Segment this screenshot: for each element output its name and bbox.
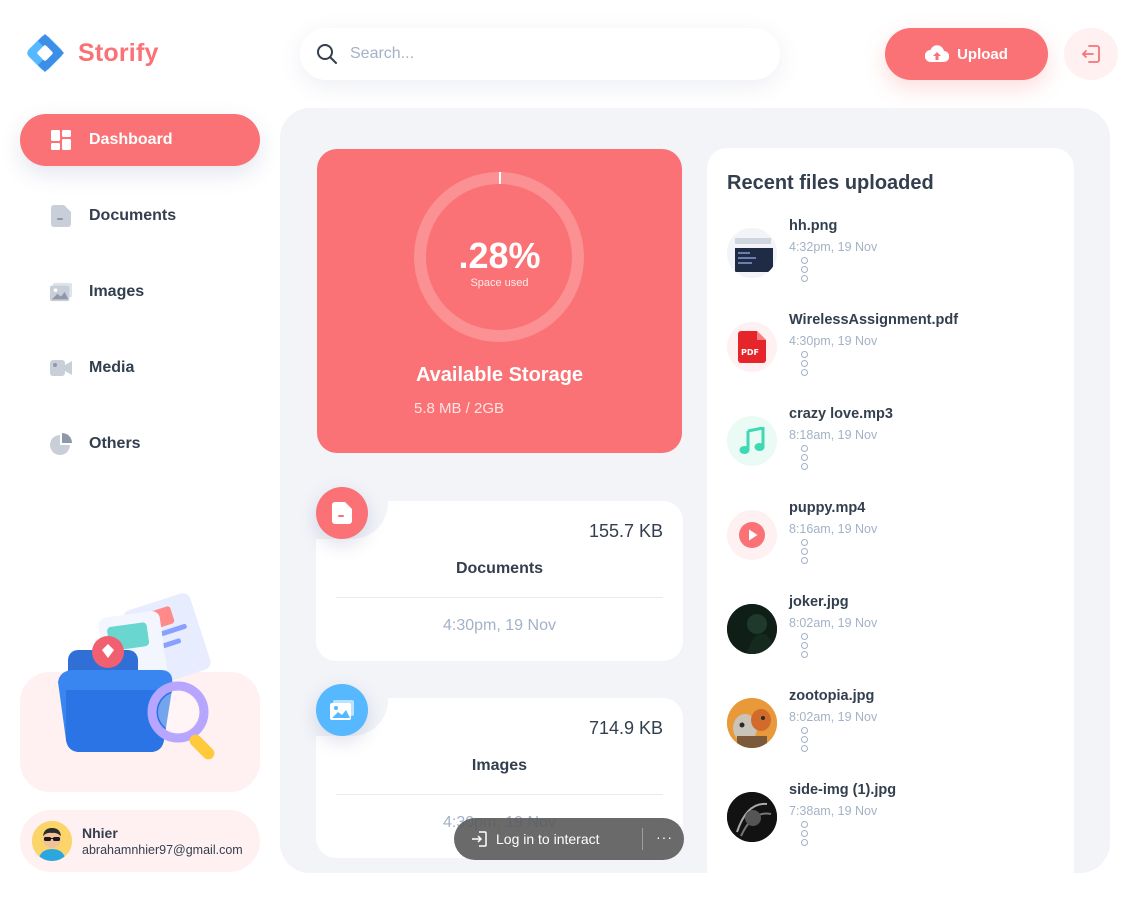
search-bar[interactable] <box>300 28 780 80</box>
folder-search-illustration <box>58 593 215 760</box>
more-options-icon[interactable] <box>801 821 811 846</box>
svg-text:PDF: PDF <box>741 348 759 357</box>
dashboard-panel: .28% Space used Available Storage 5.8 MB… <box>280 108 1110 873</box>
image-thumbnail <box>727 228 777 278</box>
file-row[interactable]: hh.png 4:32pm, 19 Nov <box>727 218 1057 298</box>
file-name: hh.png <box>789 218 838 234</box>
storage-card: .28% Space used Available Storage 5.8 MB… <box>317 149 682 453</box>
video-icon <box>50 357 72 379</box>
login-toast[interactable]: Log in to interact ··· <box>454 818 684 860</box>
file-time: 8:16am, 19 Nov <box>789 522 878 536</box>
recent-files-title: Recent files uploaded <box>727 172 934 194</box>
image-icon <box>316 684 368 736</box>
upload-button[interactable]: Upload <box>885 28 1048 80</box>
file-row[interactable]: side-img (1).jpg 7:38am, 19 Nov <box>727 782 1057 862</box>
file-name: zootopia.jpg <box>789 688 875 704</box>
login-icon <box>472 831 487 847</box>
document-icon <box>50 205 72 227</box>
more-options-icon[interactable] <box>801 351 811 376</box>
storage-title: Available Storage <box>415 364 584 386</box>
sidebar-item-documents[interactable]: Documents <box>20 190 260 242</box>
file-time: 8:02am, 19 Nov <box>789 616 878 630</box>
file-row[interactable]: PDF WirelessAssignment.pdf 4:30pm, 19 No… <box>727 312 1057 392</box>
file-name: crazy love.mp3 <box>789 406 893 422</box>
login-toast-label: Log in to interact <box>496 831 600 847</box>
storage-percent: .28% <box>458 235 541 276</box>
image-thumbnail <box>727 698 777 748</box>
storage-usage: 5.8 MB / 2GB <box>414 400 505 417</box>
play-icon <box>727 510 777 560</box>
file-name: puppy.mp4 <box>789 500 866 516</box>
search-input[interactable] <box>350 45 730 63</box>
file-name: side-img (1).jpg <box>789 782 897 798</box>
sidebar-item-label: Images <box>89 283 145 300</box>
pdf-icon: PDF <box>727 322 777 372</box>
file-time: 7:38am, 19 Nov <box>789 804 878 818</box>
file-time: 8:18am, 19 Nov <box>789 428 878 442</box>
upload-label: Upload <box>957 45 1008 63</box>
file-time: 8:02am, 19 Nov <box>789 710 878 724</box>
file-time: 4:32pm, 19 Nov <box>789 240 878 254</box>
category-label: Images <box>471 757 528 774</box>
app-logo[interactable]: Storify <box>22 30 159 76</box>
sidebar-item-label: Media <box>89 359 135 376</box>
sidebar-item-label: Others <box>89 435 141 452</box>
sidebar-item-label: Dashboard <box>89 131 173 148</box>
image-thumbnail <box>727 604 777 654</box>
sidebar-item-dashboard[interactable]: Dashboard <box>20 114 260 166</box>
file-row[interactable]: zootopia.jpg 8:02am, 19 Nov <box>727 688 1057 768</box>
more-options-icon[interactable] <box>801 257 811 282</box>
document-icon <box>316 487 368 539</box>
search-icon <box>317 44 337 64</box>
file-row[interactable]: crazy love.mp3 8:18am, 19 Nov <box>727 406 1057 486</box>
user-card[interactable]: Nhier abrahamnhier97@gmail.com <box>20 810 260 872</box>
divider <box>336 794 663 795</box>
divider <box>642 828 643 850</box>
logout-button[interactable] <box>1064 28 1118 80</box>
recent-files-panel: Recent files uploaded hh.png 4:32pm, 19 … <box>707 148 1074 873</box>
storage-percent-label: Space used <box>470 277 529 289</box>
sidebar-nav: Dashboard Documents Images Media Others <box>20 114 260 494</box>
user-name: Nhier <box>82 825 118 841</box>
more-options-icon[interactable] <box>801 633 811 658</box>
image-thumbnail <box>727 792 777 842</box>
category-label: Documents <box>455 560 544 577</box>
more-options-icon[interactable] <box>801 727 811 752</box>
sidebar-item-images[interactable]: Images <box>20 266 260 318</box>
file-row[interactable]: joker.jpg 8:02am, 19 Nov <box>727 594 1057 674</box>
divider <box>336 597 663 598</box>
sidebar-item-others[interactable]: Others <box>20 418 260 470</box>
file-time: 4:30pm, 19 Nov <box>789 334 878 348</box>
more-options-icon[interactable] <box>801 445 811 470</box>
dashboard-icon <box>50 129 72 151</box>
logo-icon <box>27 34 64 72</box>
more-options-icon[interactable] <box>801 539 811 564</box>
file-name: joker.jpg <box>789 594 849 610</box>
app-name: Storify <box>78 38 159 67</box>
category-card-documents[interactable]: 155.7 KB Documents 4:30pm, 19 Nov <box>308 471 683 661</box>
file-name: WirelessAssignment.pdf <box>789 312 959 328</box>
sidebar-item-media[interactable]: Media <box>20 342 260 394</box>
music-note-icon <box>727 416 777 466</box>
file-row[interactable]: puppy.mp4 8:16am, 19 Nov <box>727 500 1057 580</box>
pie-chart-icon <box>50 433 72 455</box>
image-icon <box>50 281 72 303</box>
more-icon[interactable]: ··· <box>656 829 673 845</box>
cloud-upload-icon <box>925 45 950 63</box>
sidebar-item-label: Documents <box>89 207 177 224</box>
avatar <box>32 821 72 861</box>
category-size: 155.7 KB <box>588 521 663 541</box>
user-email: abrahamnhier97@gmail.com <box>82 843 243 857</box>
category-date: 4:30pm, 19 Nov <box>443 617 556 634</box>
category-size: 714.9 KB <box>588 718 663 738</box>
logout-icon <box>1082 45 1100 63</box>
